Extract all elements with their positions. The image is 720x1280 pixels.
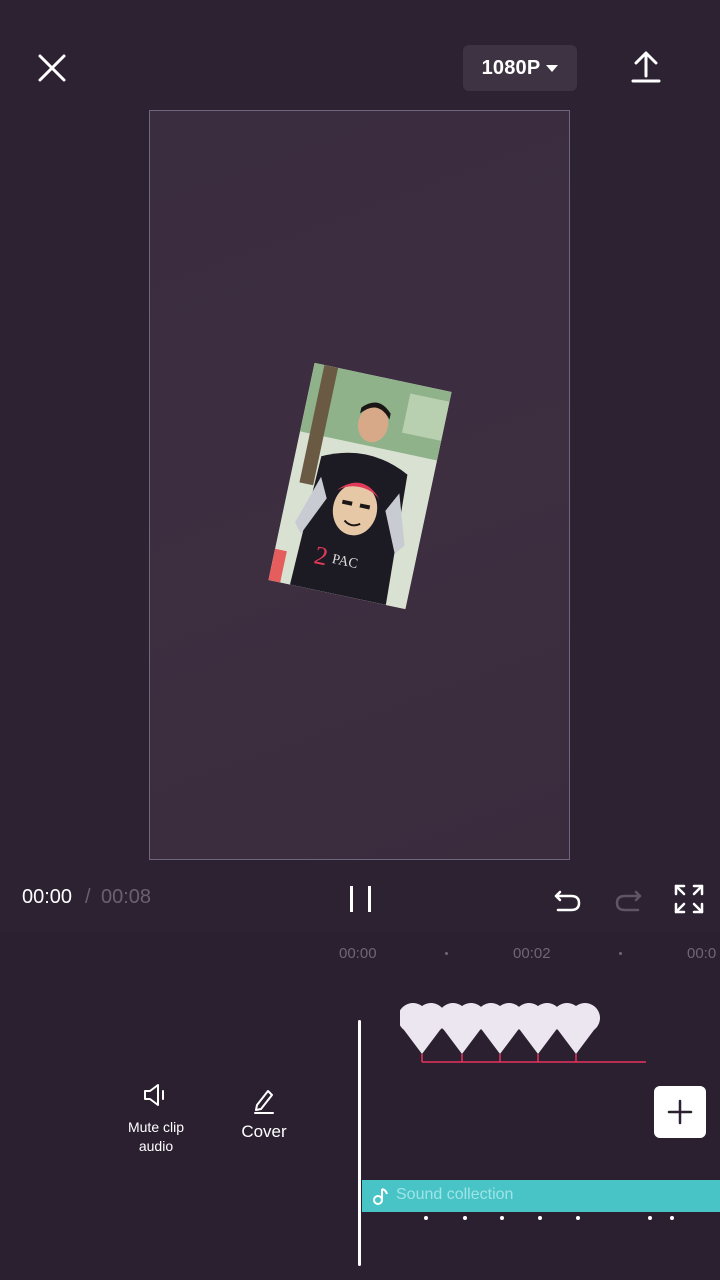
undo-button[interactable] (550, 882, 584, 916)
ruler-mark: 00:0 (687, 945, 717, 962)
beat-marker (424, 1216, 428, 1220)
beat-marker (500, 1216, 504, 1220)
export-button[interactable] (622, 44, 670, 92)
fullscreen-icon (674, 884, 704, 914)
resolution-dropdown[interactable]: 1080P (463, 45, 577, 91)
total-time: 00:08 (101, 886, 152, 908)
ruler-mark: 00:02 (513, 945, 551, 962)
upload-icon (631, 51, 661, 83)
pause-icon (350, 886, 371, 912)
current-time: 00:00 (22, 886, 73, 908)
audio-track-label: Sound collection (396, 1186, 514, 1203)
redo-icon (615, 890, 642, 912)
video-clip-track[interactable] (398, 992, 650, 1067)
ruler-dot (619, 952, 622, 955)
fullscreen-button[interactable] (672, 882, 706, 916)
beat-marker (670, 1216, 674, 1220)
close-icon (38, 54, 66, 82)
ruler-mark: 00:00 (339, 945, 377, 962)
beat-marker (463, 1216, 467, 1220)
heart-thumbnails (398, 1003, 646, 1063)
cover-label: Cover (241, 1122, 287, 1141)
beat-marker (576, 1216, 580, 1220)
close-button[interactable] (28, 44, 76, 92)
plus-icon (667, 1099, 693, 1125)
undo-icon (554, 890, 581, 912)
speaker-icon (144, 1084, 164, 1106)
mute-clip-audio-button[interactable]: Mute clip audio (110, 1080, 202, 1156)
pencil-icon (254, 1090, 274, 1114)
redo-button[interactable] (612, 882, 646, 916)
pause-button[interactable] (344, 880, 378, 918)
beat-marker (538, 1216, 542, 1220)
cover-button[interactable]: Cover (232, 1086, 296, 1141)
add-clip-button[interactable] (654, 1086, 706, 1138)
resolution-label: 1080P (481, 56, 541, 79)
caret-down-icon (546, 64, 559, 72)
mute-clip-audio-label: Mute clip audio (127, 1119, 185, 1154)
time-separator: / (85, 886, 91, 908)
music-note-icon (373, 1188, 388, 1205)
ruler-dot (445, 952, 448, 955)
beat-marker (648, 1216, 652, 1220)
playhead[interactable] (358, 1020, 361, 1266)
